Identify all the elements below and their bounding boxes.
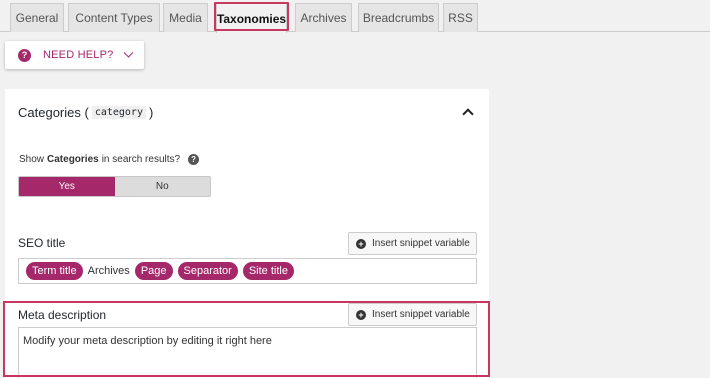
tab-archives[interactable]: Archives [295,3,352,32]
help-icon[interactable]: ? [188,154,200,165]
snippet-separator[interactable]: Separator [177,262,238,280]
meta-description-editor[interactable]: Modify your meta description by editing … [18,327,477,378]
show-label-suffix: in search results? [101,154,181,165]
taxonomy-code: category [91,106,146,119]
panel-title: Categories ( category ) [18,105,153,120]
toggle-no-button[interactable]: No [115,177,211,196]
meta-description-insert-snippet-button[interactable]: + Insert snippet variable [348,303,477,326]
seo-title-text: Archives [87,265,130,277]
need-help-label: NEED HELP? [43,49,114,61]
toggle-yes-button[interactable]: Yes [19,177,115,196]
snippet-page[interactable]: Page [134,262,173,280]
plus-circle-icon: + [356,309,366,320]
panel-title-close: ) [148,105,154,120]
show-in-search-label: Show Categories in search results? ? [19,154,200,165]
question-icon: ? [18,48,31,62]
tab-general[interactable]: General [10,3,64,32]
seo-title-label: SEO title [18,236,66,250]
show-label-prefix: Show [19,154,45,165]
panel-title-text: Categories ( [18,105,89,120]
tab-media[interactable]: Media [163,3,208,32]
tab-content-types[interactable]: Content Types [68,3,160,32]
search-visibility-toggle[interactable]: Yes No [18,176,211,197]
insert-snippet-label: Insert snippet variable [372,238,470,249]
snippet-site-title[interactable]: Site title [242,262,294,280]
tab-rss[interactable]: RSS [443,3,478,32]
snippet-term-title[interactable]: Term title [26,262,83,280]
settings-tabs: General Content Types Media Taxonomies A… [0,0,710,33]
plus-circle-icon: + [356,238,366,249]
chevron-down-icon [124,47,134,58]
meta-description-label: Meta description [18,308,107,322]
insert-snippet-label: Insert snippet variable [372,309,470,320]
seo-title-editor[interactable]: Term title Archives Page Separator Site … [18,258,477,284]
chevron-up-icon[interactable] [462,108,474,120]
tab-breadcrumbs[interactable]: Breadcrumbs [358,3,439,32]
show-label-bold: Categories [47,154,99,165]
categories-panel: Categories ( category ) Show Categories … [5,89,489,378]
seo-title-insert-snippet-button[interactable]: + Insert snippet variable [348,232,477,255]
tab-taxonomies[interactable]: Taxonomies [216,3,287,33]
need-help-button[interactable]: ? NEED HELP? [5,41,144,69]
